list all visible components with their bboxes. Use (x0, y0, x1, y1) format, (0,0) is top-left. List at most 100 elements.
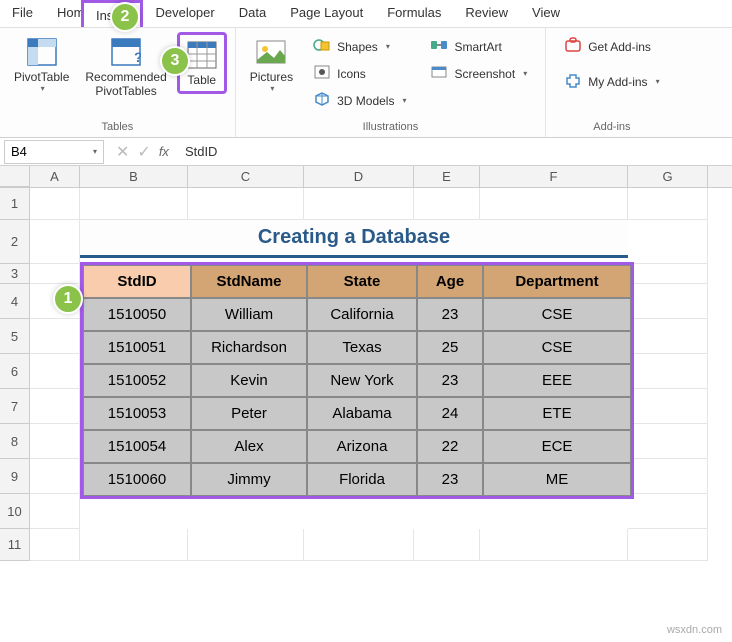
col-header-E[interactable]: E (414, 166, 480, 187)
shapes-button[interactable]: Shapes ▾ (307, 34, 412, 59)
col-header-F[interactable]: F (480, 166, 628, 187)
screenshot-button[interactable]: Screenshot ▾ (424, 61, 533, 86)
col-header-C[interactable]: C (188, 166, 304, 187)
table-cell[interactable]: Alex (191, 430, 307, 463)
table-cell[interactable]: California (307, 298, 417, 331)
table-cell[interactable]: ME (483, 463, 631, 496)
table-cell[interactable]: 1510060 (83, 463, 191, 496)
get-addins-button[interactable]: Get Add-ins (558, 34, 665, 59)
table-cell[interactable]: Arizona (307, 430, 417, 463)
row-header-10[interactable]: 10 (0, 494, 30, 529)
menu-data[interactable]: Data (227, 0, 278, 27)
row-header-9[interactable]: 9 (0, 459, 30, 494)
cell[interactable] (628, 220, 708, 264)
menu-file[interactable]: File (0, 0, 45, 27)
table-cell[interactable]: 22 (417, 430, 483, 463)
cell[interactable] (30, 264, 80, 284)
row-header-2[interactable]: 2 (0, 220, 30, 264)
menu-home[interactable]: Home (45, 0, 81, 27)
formula-input[interactable]: StdID (177, 144, 732, 159)
row-header-5[interactable]: 5 (0, 319, 30, 354)
cell[interactable] (30, 354, 80, 389)
cell[interactable] (30, 319, 80, 354)
cell[interactable] (628, 188, 708, 220)
cell[interactable] (188, 188, 304, 220)
table-header-department[interactable]: Department (483, 265, 631, 298)
cell[interactable] (628, 494, 708, 529)
table-cell[interactable]: Jimmy (191, 463, 307, 496)
cell[interactable] (30, 424, 80, 459)
row-header-1[interactable]: 1 (0, 188, 30, 220)
cell[interactable] (628, 264, 708, 284)
table-cell[interactable]: 24 (417, 397, 483, 430)
table-cell[interactable]: 1510052 (83, 364, 191, 397)
row-header-11[interactable]: 11 (0, 529, 30, 561)
row-header-3[interactable]: 3 (0, 264, 30, 284)
cell[interactable] (628, 354, 708, 389)
enter-icon[interactable]: ✓ (137, 142, 150, 162)
table-cell[interactable]: 1510054 (83, 430, 191, 463)
table-cell[interactable]: 23 (417, 463, 483, 496)
cell[interactable] (30, 529, 80, 561)
cell[interactable] (80, 188, 188, 220)
name-box[interactable]: B4 ▾ (4, 140, 104, 164)
menu-page-layout[interactable]: Page Layout (278, 0, 375, 27)
table-cell[interactable]: Peter (191, 397, 307, 430)
pictures-button[interactable]: Pictures ▾ (244, 32, 299, 97)
cell[interactable] (480, 188, 628, 220)
dropdown-caret-icon[interactable]: ▾ (93, 147, 97, 156)
3d-models-button[interactable]: 3D Models ▾ (307, 88, 412, 113)
table-cell[interactable]: 1510051 (83, 331, 191, 364)
cell[interactable] (304, 529, 414, 561)
row-header-7[interactable]: 7 (0, 389, 30, 424)
my-addins-button[interactable]: My Add-ins ▾ (558, 69, 665, 94)
fx-button[interactable]: fx (159, 144, 169, 159)
table-cell[interactable]: 1510053 (83, 397, 191, 430)
table-cell[interactable]: 23 (417, 298, 483, 331)
table-cell[interactable]: Kevin (191, 364, 307, 397)
cell[interactable] (30, 188, 80, 220)
table-header-age[interactable]: Age (417, 265, 483, 298)
col-header-G[interactable]: G (628, 166, 708, 187)
pivottable-button[interactable]: PivotTable ▾ (8, 32, 75, 97)
cancel-icon[interactable]: ✕ (116, 142, 129, 162)
table-cell[interactable]: New York (307, 364, 417, 397)
table-header-state[interactable]: State (307, 265, 417, 298)
menu-review[interactable]: Review (453, 0, 520, 27)
table-cell[interactable]: CSE (483, 298, 631, 331)
cell[interactable] (628, 284, 708, 319)
cell[interactable] (304, 188, 414, 220)
cell[interactable] (628, 529, 708, 561)
cell[interactable] (80, 529, 188, 561)
cell[interactable] (414, 529, 480, 561)
row-header-6[interactable]: 6 (0, 354, 30, 389)
selected-data-range[interactable]: StdID StdName State Age Department 15100… (80, 262, 634, 499)
recommended-pivottables-button[interactable]: ? Recommended PivotTables (79, 32, 172, 103)
table-cell[interactable]: Texas (307, 331, 417, 364)
cell[interactable] (628, 424, 708, 459)
table-cell[interactable]: Richardson (191, 331, 307, 364)
cell[interactable] (30, 494, 80, 529)
select-all-corner[interactable] (0, 166, 30, 187)
menu-view[interactable]: View (520, 0, 572, 27)
cell[interactable] (30, 459, 80, 494)
cell[interactable] (30, 389, 80, 424)
row-header-8[interactable]: 8 (0, 424, 30, 459)
menu-developer[interactable]: Developer (143, 0, 226, 27)
table-cell[interactable]: 23 (417, 364, 483, 397)
table-cell[interactable]: 25 (417, 331, 483, 364)
col-header-D[interactable]: D (304, 166, 414, 187)
cell[interactable] (628, 389, 708, 424)
cell[interactable] (628, 459, 708, 494)
smartart-button[interactable]: SmartArt (424, 34, 533, 59)
col-header-B[interactable]: B (80, 166, 188, 187)
menu-formulas[interactable]: Formulas (375, 0, 453, 27)
table-cell[interactable]: Alabama (307, 397, 417, 430)
table-cell[interactable]: CSE (483, 331, 631, 364)
cell[interactable] (30, 220, 80, 264)
table-cell[interactable]: Florida (307, 463, 417, 496)
table-cell[interactable]: 1510050 (83, 298, 191, 331)
cell[interactable] (480, 529, 628, 561)
table-header-stdid[interactable]: StdID (83, 265, 191, 298)
table-cell[interactable]: EEE (483, 364, 631, 397)
